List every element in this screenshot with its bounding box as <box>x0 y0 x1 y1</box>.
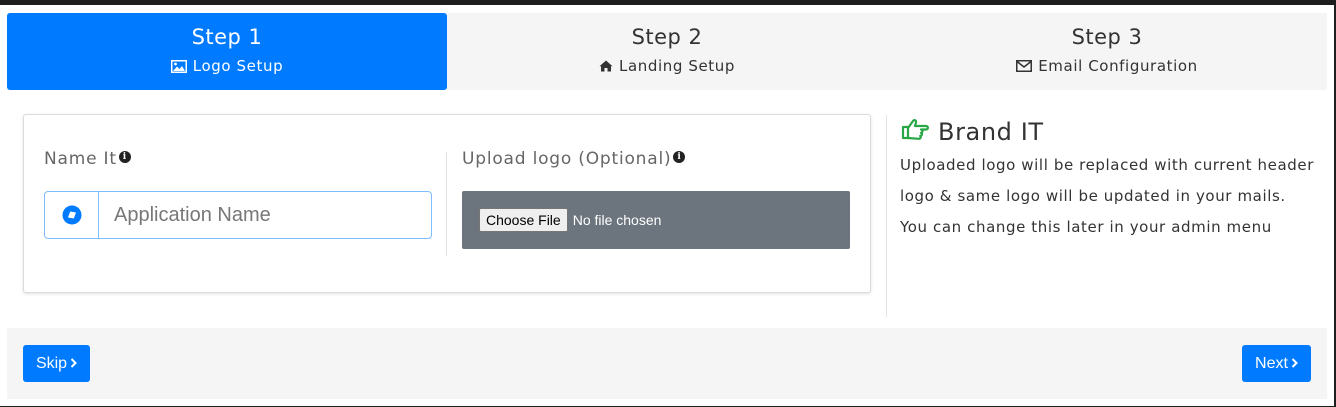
upload-label-text: Upload logo (Optional) <box>462 149 672 169</box>
skip-label: Skip <box>35 354 68 372</box>
home-icon <box>599 60 613 72</box>
brand-title: Brand IT <box>900 117 1314 147</box>
panel-divider <box>886 115 887 317</box>
steps-bar: Step 1 Logo Setup Step 2 Landing Setup S… <box>7 13 1327 90</box>
info-icon[interactable]: i <box>673 151 686 163</box>
name-label: Name It i <box>44 149 131 169</box>
skip-button[interactable]: Skip <box>23 345 90 382</box>
application-name-input[interactable] <box>99 192 431 238</box>
logo-file-input: Choose File No file chosen <box>462 191 850 249</box>
brand-text-line: You can change this later in your admin … <box>900 218 1272 236</box>
step-3-tab[interactable]: Step 3 Email Configuration <box>887 13 1327 90</box>
envelope-icon <box>1016 60 1033 72</box>
brand-description: Uploaded logo will be replaced with curr… <box>900 150 1314 243</box>
wizard-frame: Step 1 Logo Setup Step 2 Landing Setup S… <box>0 5 1334 406</box>
next-button[interactable]: Next <box>1242 345 1311 382</box>
step-subtitle-label: Logo Setup <box>192 57 284 75</box>
upload-label: Upload logo (Optional) i <box>462 149 686 169</box>
brand-text-line: logo & same logo will be updated in your… <box>900 187 1286 205</box>
step-subtitle: Email Configuration <box>887 57 1327 75</box>
step-title: Step 1 <box>191 25 263 49</box>
step-1-tab[interactable]: Step 1 Logo Setup <box>7 13 447 90</box>
choose-file-button[interactable]: Choose File <box>479 208 568 232</box>
chevron-right-icon <box>1291 355 1298 373</box>
application-name-group <box>44 191 432 239</box>
step-title: Step 2 <box>631 25 703 49</box>
image-icon <box>170 59 187 73</box>
brand-text-line: Uploaded logo will be replaced with curr… <box>900 156 1314 174</box>
hand-pointing-right-icon <box>900 117 930 147</box>
brand-info-panel: Brand IT Uploaded logo will be replaced … <box>900 117 1314 243</box>
step-title: Step 3 <box>1071 25 1143 49</box>
wizard-footer: Skip Next <box>7 328 1327 399</box>
step-subtitle-label: Email Configuration <box>1038 57 1198 75</box>
compass-icon <box>45 192 99 238</box>
name-label-text: Name It <box>44 149 117 169</box>
chevron-right-icon <box>70 355 77 373</box>
step-2-tab[interactable]: Step 2 Landing Setup <box>447 13 887 90</box>
column-divider <box>446 152 447 256</box>
next-label: Next <box>1255 354 1288 372</box>
logo-setup-card: Name It i Upload logo (Optional) i Choos… <box>23 114 871 293</box>
brand-title-text: Brand IT <box>938 118 1044 146</box>
step-subtitle-label: Landing Setup <box>618 57 735 75</box>
info-icon[interactable]: i <box>118 151 131 163</box>
file-status: No file chosen <box>572 212 662 228</box>
step-subtitle: Landing Setup <box>447 57 887 75</box>
step-subtitle: Logo Setup <box>7 57 447 75</box>
